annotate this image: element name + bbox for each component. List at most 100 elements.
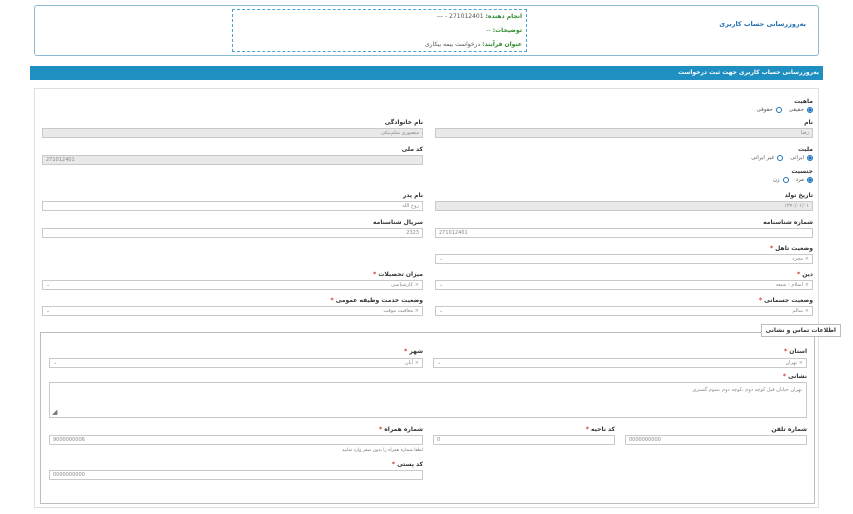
religion-label: دین * — [797, 271, 813, 278]
province-label-text: استان — [789, 348, 807, 355]
process-label: عنوان فرآیند: — [482, 41, 522, 48]
physical-select[interactable]: × سالم ⌄ — [435, 306, 813, 316]
birth-date-field[interactable]: ۱۳۷۰/۰۱/۰۱ — [435, 201, 813, 211]
nationality-label: ملیت — [798, 146, 813, 153]
nature-radio-group: حقیقی حقوقی — [757, 107, 813, 113]
contact-legend: اطلاعات تماس و نشانی — [760, 324, 841, 337]
nature-label: ماهیت — [794, 98, 813, 105]
required-star: * — [797, 271, 801, 278]
section-bar: به‌روزرسانی حساب کاربری جهت ثبت درخواست — [30, 66, 823, 80]
phone-label: شماره تلفن — [771, 426, 807, 433]
nationality-iranian-label: ایرانی — [790, 155, 804, 161]
education-value: کارشناسی — [391, 282, 413, 288]
city-value: آبان — [405, 360, 413, 366]
marital-value: مجرد — [792, 256, 803, 262]
required-star: * — [585, 426, 589, 433]
required-star: * — [769, 245, 774, 252]
header-card: به‌روزرسانی حساب کاربری انجام دهنده:2710… — [34, 5, 819, 56]
nature-real-radio[interactable] — [807, 107, 813, 113]
address-textarea[interactable]: تهران خیابان قبل کوچه دوم ،کوچه دوم ،سوم… — [49, 382, 807, 418]
national-code-field[interactable]: 271012401 — [42, 155, 423, 165]
postal-field[interactable]: 0000000000 — [49, 470, 423, 480]
chevron-down-icon: ⌄ — [46, 282, 51, 288]
physical-value: سالم — [792, 308, 803, 314]
id-serial-field[interactable]: 2323 — [42, 228, 423, 238]
religion-select[interactable]: × اسلام - شیعه ⌄ — [435, 280, 813, 290]
chevron-down-icon: ⌄ — [437, 360, 442, 366]
military-select[interactable]: × معافیت موقت ⌄ — [42, 306, 423, 316]
clear-icon[interactable]: × — [415, 281, 419, 289]
gender-female-radio[interactable] — [782, 177, 789, 183]
military-label-text: وضعیت خدمت وظیفه عمومی — [335, 297, 423, 304]
resize-handle-icon[interactable]: ◢ — [52, 408, 57, 416]
gender-male-radio[interactable] — [807, 177, 813, 183]
father-name-label: نام پدر — [402, 192, 423, 199]
area-code-label-text: کد ناحیه — [591, 426, 615, 433]
postal-label-text: کد پستی — [397, 461, 423, 468]
required-star: * — [378, 426, 383, 433]
education-label-text: میزان تحصیلات — [378, 271, 423, 278]
physical-label-text: وضعیت جسمانی — [764, 297, 813, 304]
clear-icon[interactable]: × — [415, 359, 419, 367]
postal-label: کد پستی * — [392, 461, 423, 468]
address-label: نشانی * — [783, 373, 807, 380]
city-select[interactable]: × آبان ⌄ — [49, 358, 423, 368]
national-code-label: کد ملی — [401, 146, 423, 153]
province-value: تهران — [785, 360, 797, 366]
mobile-label-text: شماره همراه — [384, 426, 423, 433]
process-info-box: انجام دهنده:271012401 - --- توضیحات:-- ع… — [232, 9, 527, 52]
clear-icon[interactable]: × — [805, 307, 809, 315]
mobile-label: شماره همراه * — [379, 426, 423, 433]
address-value: تهران خیابان قبل کوچه دوم ،کوچه دوم ،سوم… — [692, 387, 802, 393]
gender-male-label: مرد — [795, 177, 804, 183]
desc-line: توضیحات:-- — [486, 27, 522, 34]
military-label: وضعیت خدمت وظیفه عمومی * — [330, 297, 423, 304]
required-star: * — [404, 348, 408, 355]
chevron-down-icon: ⌄ — [439, 282, 444, 288]
nationality-foreign-radio[interactable] — [777, 155, 784, 161]
marital-label: وضعیت تاهل * — [770, 245, 813, 252]
last-name-field[interactable]: منصوری شلم‌نیکی — [42, 128, 423, 138]
required-star: * — [758, 297, 763, 304]
nature-legal-radio[interactable] — [775, 107, 782, 113]
military-value: معافیت موقت — [383, 308, 413, 314]
chevron-down-icon: ⌄ — [46, 308, 51, 314]
page-title: به‌روزرسانی حساب کاربری — [719, 20, 806, 28]
address-label-text: نشانی — [788, 373, 807, 380]
area-code-field[interactable]: 0 — [433, 435, 615, 445]
mobile-field[interactable]: 9000000006 — [49, 435, 423, 445]
education-select[interactable]: × کارشناسی ⌄ — [42, 280, 423, 290]
required-star: * — [391, 461, 395, 468]
clear-icon[interactable]: × — [805, 255, 809, 263]
first-name-label: نام — [804, 119, 813, 126]
nationality-radio-group: ایرانی غیر ایرانی — [751, 155, 813, 161]
chevron-down-icon: ⌄ — [53, 360, 58, 366]
education-label: میزان تحصیلات * — [373, 271, 423, 278]
desc-value: -- — [486, 27, 491, 34]
clear-icon[interactable]: × — [415, 307, 419, 315]
city-label-text: شهر — [409, 348, 423, 355]
father-name-field[interactable]: روح الله — [42, 201, 423, 211]
required-star: * — [373, 271, 377, 278]
required-star: * — [782, 373, 786, 380]
doer-label: انجام دهنده: — [485, 13, 522, 20]
last-name-label: نام خانوادگی — [384, 119, 423, 126]
clear-icon[interactable]: × — [805, 281, 809, 289]
marital-select[interactable]: × مجرد ⌄ — [435, 254, 813, 264]
required-star: * — [330, 297, 334, 304]
clear-icon[interactable]: × — [799, 359, 803, 367]
gender-label: جنسیت — [791, 168, 813, 175]
first-name-field[interactable]: رضا — [435, 128, 813, 138]
city-label: شهر * — [404, 348, 423, 355]
province-select[interactable]: × تهران ⌄ — [433, 358, 807, 368]
gender-radio-group: مرد زن — [773, 177, 813, 183]
province-label: استان * — [784, 348, 807, 355]
id-number-field[interactable]: 271012401 — [435, 228, 813, 238]
nationality-iranian-radio[interactable] — [807, 155, 813, 161]
doer-value: 271012401 - --- — [436, 13, 484, 20]
phone-field[interactable]: 0000000000 — [625, 435, 807, 445]
nature-real-label: حقیقی — [788, 107, 804, 113]
nationality-foreign-label: غیر ایرانی — [751, 155, 775, 161]
chevron-down-icon: ⌄ — [439, 308, 444, 314]
process-value: درخواست بیمه بیکاری — [424, 41, 481, 48]
